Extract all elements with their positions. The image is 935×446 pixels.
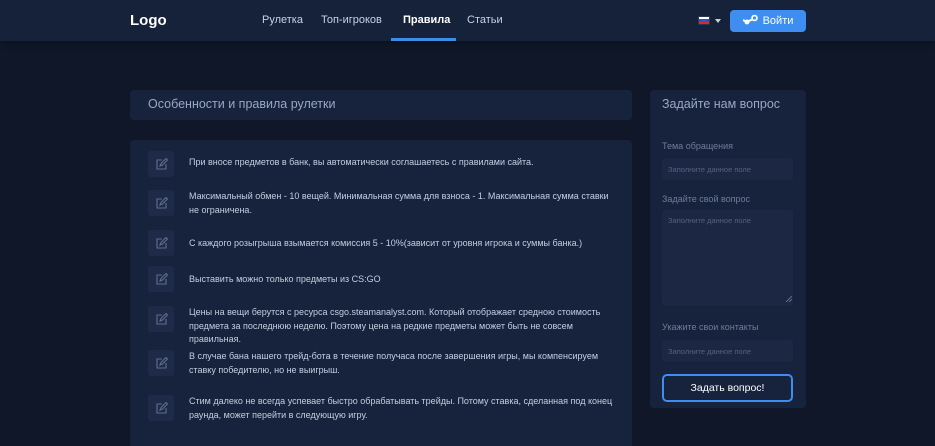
- nav-item-rules[interactable]: Правила: [403, 0, 450, 41]
- rule-text: С каждого розыгрыша взымается комиссия 5…: [189, 238, 583, 248]
- nav-item-articles[interactable]: Статьи: [467, 0, 503, 41]
- top-header: Logo Рулетка Топ-игроков Правила Статьи …: [0, 0, 935, 41]
- ask-question-form: Задайте нам вопрос Тема обращения Задайт…: [650, 90, 806, 408]
- login-label: Войти: [762, 15, 794, 27]
- nav-item-top-players[interactable]: Топ-игроков: [321, 0, 382, 41]
- subject-input[interactable]: [662, 158, 793, 180]
- rules-title: Особенности и правила рулетки: [148, 97, 336, 111]
- edit-icon: [148, 151, 174, 177]
- edit-icon: [148, 266, 174, 292]
- edit-icon: [148, 190, 174, 216]
- russian-flag-icon[interactable]: [698, 16, 710, 25]
- nav-item-roulette[interactable]: Рулетка: [262, 0, 303, 41]
- edit-icon: [148, 350, 174, 376]
- resize-handle-icon[interactable]: [786, 296, 792, 302]
- rule-text: Цены на вещи берутся с ресурса csgo.stea…: [189, 307, 601, 344]
- subject-label: Тема обращения: [662, 141, 734, 151]
- site-logo[interactable]: Logo: [130, 12, 167, 29]
- rules-list: При вносе предметов в банк, вы автоматич…: [130, 140, 632, 446]
- steam-icon: [742, 14, 759, 28]
- edit-icon: [148, 230, 174, 256]
- rule-text: При вносе предметов в банк, вы автоматич…: [189, 157, 534, 167]
- contacts-label: Укажите свои контакты: [662, 322, 759, 332]
- active-nav-indicator: [391, 38, 456, 41]
- edit-icon: [148, 395, 174, 421]
- steam-login-button[interactable]: Войти: [730, 10, 806, 32]
- ask-title: Задайте нам вопрос: [662, 97, 781, 111]
- rule-text: Максимальный обмен - 10 вещей. Минимальн…: [189, 191, 609, 215]
- rule-text: Стим далеко не всегда успевает быстро об…: [189, 396, 613, 420]
- submit-question-button[interactable]: Задать вопрос!: [662, 374, 793, 402]
- rule-text: В случае бана нашего трейд-бота в течени…: [189, 351, 599, 375]
- chevron-down-icon[interactable]: [715, 19, 721, 23]
- question-label: Задайте свой вопрос: [662, 194, 751, 204]
- contacts-input[interactable]: [662, 340, 793, 362]
- rule-text: Выставить можно только предметы из CS:GO: [189, 274, 381, 284]
- edit-icon: [148, 306, 174, 332]
- question-textarea[interactable]: [662, 210, 793, 306]
- rules-title-panel: Особенности и правила рулетки: [130, 90, 632, 120]
